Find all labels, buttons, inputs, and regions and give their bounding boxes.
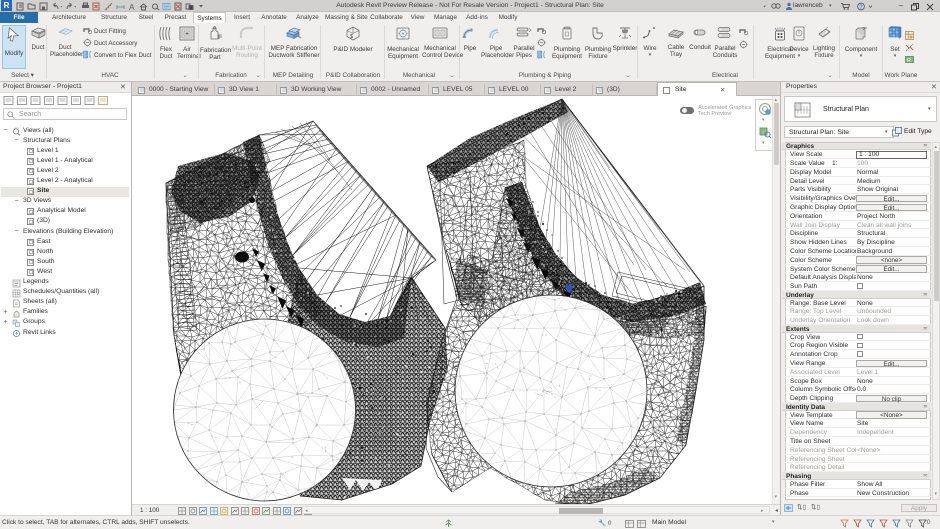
svg-text:$: $: [350, 34, 353, 40]
svg-text:?: ?: [859, 5, 863, 11]
svg-text:R: R: [907, 58, 911, 64]
